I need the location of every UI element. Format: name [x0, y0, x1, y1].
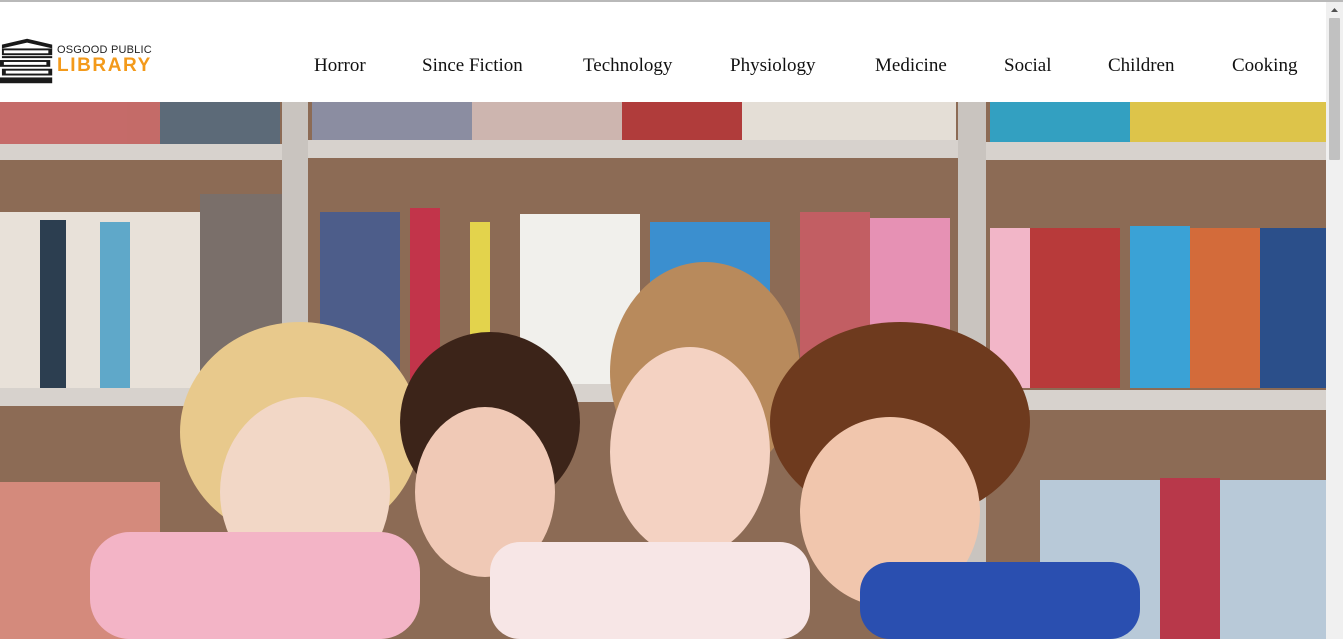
- hero-illustration: [0, 102, 1326, 639]
- nav-item-horror[interactable]: Horror: [314, 54, 366, 78]
- scrollbar-thumb[interactable]: [1329, 18, 1340, 160]
- hero-image: [0, 102, 1326, 639]
- nav-item-children[interactable]: Children: [1108, 54, 1175, 78]
- nav-item-since-fiction[interactable]: Since Fiction: [422, 54, 523, 78]
- stacked-books-icon[interactable]: [0, 36, 58, 86]
- vertical-scrollbar[interactable]: [1326, 2, 1343, 639]
- scroll-up-arrow-icon[interactable]: [1326, 2, 1343, 19]
- nav-item-technology[interactable]: Technology: [583, 54, 672, 78]
- nav-item-cooking[interactable]: Cooking: [1232, 54, 1297, 78]
- site-header: OSGOOD PUBLIC LIBRARY Horror Since Ficti…: [0, 2, 1326, 102]
- nav-item-medicine[interactable]: Medicine: [875, 54, 947, 78]
- logo-text-library[interactable]: LIBRARY: [57, 55, 152, 77]
- nav-item-physiology[interactable]: Physiology: [730, 54, 816, 78]
- nav-item-social[interactable]: Social: [1004, 54, 1052, 78]
